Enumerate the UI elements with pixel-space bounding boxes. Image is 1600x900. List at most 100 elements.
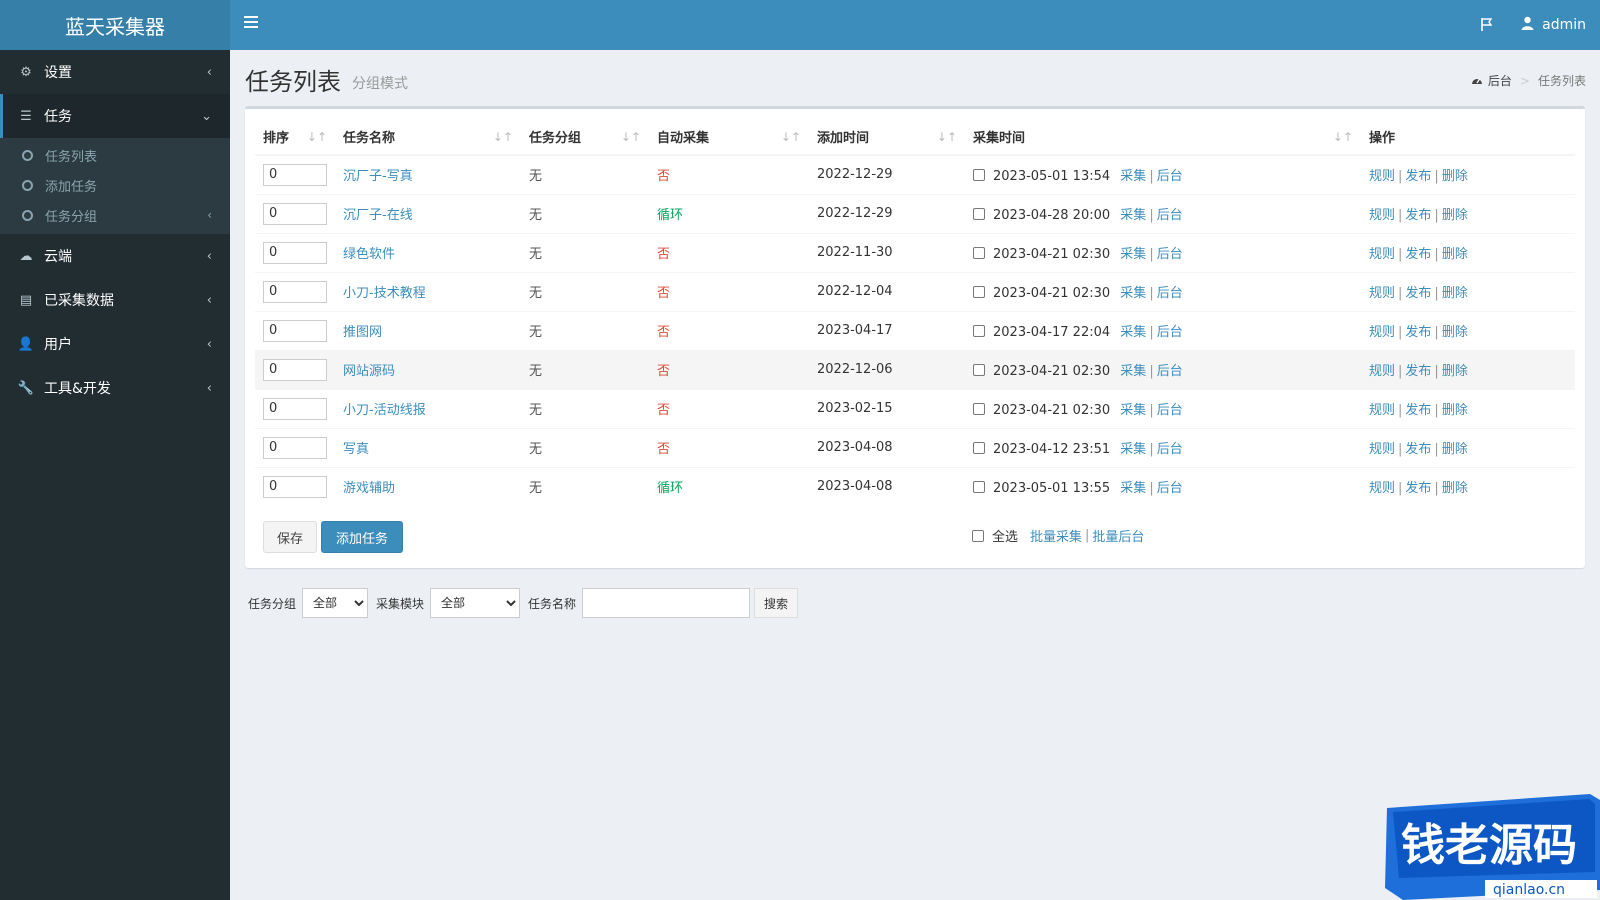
delete-link[interactable]: 删除 [1442,286,1468,301]
sidebar-item-users[interactable]: 👤 用户 ‹ [0,322,230,366]
order-input[interactable] [263,397,327,420]
row-checkbox[interactable] [973,286,985,298]
publish-link[interactable]: 发布 [1405,286,1431,301]
rule-link[interactable]: 规则 [1369,481,1395,496]
order-input[interactable] [263,202,327,225]
task-name-link[interactable]: 沉厂子-写真 [343,169,413,184]
col-header-auto[interactable]: 自动采集 ↓↑ [649,119,809,156]
delete-link[interactable]: 删除 [1442,403,1468,418]
sidebar-item-collected-data[interactable]: ▤ 已采集数据 ‹ [0,278,230,322]
row-checkbox[interactable] [973,247,985,259]
row-checkbox[interactable] [973,364,985,376]
rule-link[interactable]: 规则 [1369,325,1395,340]
rule-link[interactable]: 规则 [1369,247,1395,262]
task-name-link[interactable]: 小刀-技术教程 [343,286,426,301]
col-header-order[interactable]: 排序 ↓↑ [255,119,335,156]
order-input[interactable] [263,436,327,459]
rule-link[interactable]: 规则 [1369,286,1395,301]
batch-backend-link[interactable]: 批量后台 [1092,526,1144,545]
order-input[interactable] [263,241,327,264]
sidebar-subitem-task-group[interactable]: 任务分组 ‹ [0,200,230,230]
sidebar-item-tools[interactable]: 🔧 工具&开发 ‹ [0,366,230,410]
app-logo[interactable]: 蓝天采集器 [0,0,230,50]
task-name-link[interactable]: 小刀-活动线报 [343,403,426,418]
sidebar-item-cloud[interactable]: ☁ 云端 ‹ [0,234,230,278]
task-name-link[interactable]: 推图网 [343,325,382,340]
publish-link[interactable]: 发布 [1405,364,1431,379]
user-menu[interactable]: admin [1521,0,1586,50]
order-input[interactable] [263,358,327,381]
delete-link[interactable]: 删除 [1442,481,1468,496]
row-checkbox[interactable] [973,325,985,337]
collect-link[interactable]: 采集 [1120,208,1146,223]
col-header-group[interactable]: 任务分组 ↓↑ [521,119,649,156]
task-name-link[interactable]: 绿色软件 [343,247,395,262]
backend-link[interactable]: 后台 [1157,364,1183,379]
rule-link[interactable]: 规则 [1369,442,1395,457]
delete-link[interactable]: 删除 [1442,325,1468,340]
col-header-collect-time[interactable]: 采集时间 ↓↑ [965,119,1361,156]
col-header-name[interactable]: 任务名称 ↓↑ [335,119,521,156]
collect-link[interactable]: 采集 [1120,364,1146,379]
order-input[interactable] [263,280,327,303]
sidebar-item-tasks[interactable]: ☰ 任务 ⌄ [0,94,230,138]
breadcrumb-home[interactable]: 后台 [1488,72,1512,89]
publish-link[interactable]: 发布 [1405,481,1431,496]
collect-link[interactable]: 采集 [1120,247,1146,262]
task-name-link[interactable]: 沉厂子-在线 [343,208,413,223]
backend-link[interactable]: 后台 [1157,208,1183,223]
publish-link[interactable]: 发布 [1405,208,1431,223]
delete-link[interactable]: 删除 [1442,247,1468,262]
backend-link[interactable]: 后台 [1157,481,1183,496]
rule-link[interactable]: 规则 [1369,364,1395,379]
row-checkbox[interactable] [973,481,985,494]
backend-link[interactable]: 后台 [1157,403,1183,418]
sidebar-subitem-task-list[interactable]: 任务列表 [0,140,230,170]
collect-link[interactable]: 采集 [1120,403,1146,418]
sidebar-item-settings[interactable]: ⚙ 设置 ‹ [0,50,230,94]
delete-link[interactable]: 删除 [1442,364,1468,379]
collect-link[interactable]: 采集 [1120,442,1146,457]
group-filter-select[interactable]: 全部 [302,588,369,618]
search-button[interactable]: 搜索 [754,588,799,618]
task-name-link[interactable]: 游戏辅助 [343,481,395,496]
backend-link[interactable]: 后台 [1157,442,1183,457]
order-input[interactable] [263,163,327,186]
collect-link[interactable]: 采集 [1120,325,1146,340]
delete-link[interactable]: 删除 [1442,169,1468,184]
batch-collect-link[interactable]: 批量采集 [1030,526,1082,545]
name-filter-input[interactable] [582,588,751,618]
row-checkbox[interactable] [973,403,985,415]
rule-link[interactable]: 规则 [1369,403,1395,418]
publish-link[interactable]: 发布 [1405,403,1431,418]
save-button[interactable]: 保存 [263,521,317,553]
task-name-link[interactable]: 网站源码 [343,364,395,379]
delete-link[interactable]: 删除 [1442,208,1468,223]
collect-link[interactable]: 采集 [1120,286,1146,301]
publish-link[interactable]: 发布 [1405,325,1431,340]
publish-link[interactable]: 发布 [1405,169,1431,184]
publish-link[interactable]: 发布 [1405,442,1431,457]
sidebar-subitem-add-task[interactable]: 添加任务 [0,170,230,200]
row-checkbox[interactable] [973,208,985,220]
col-header-added[interactable]: 添加时间 ↓↑ [809,119,965,156]
order-input[interactable] [263,475,327,498]
row-checkbox[interactable] [973,442,985,454]
backend-link[interactable]: 后台 [1157,325,1183,340]
module-filter-select[interactable]: 全部 [430,588,521,618]
collect-link[interactable]: 采集 [1120,169,1146,184]
order-input[interactable] [263,319,327,342]
select-all-checkbox[interactable] [972,529,984,542]
add-task-button[interactable]: 添加任务 [321,521,403,553]
flag-icon[interactable] [1480,17,1494,32]
backend-link[interactable]: 后台 [1157,286,1183,301]
hamburger-menu-icon[interactable] [244,16,258,28]
task-name-link[interactable]: 写真 [343,442,369,457]
delete-link[interactable]: 删除 [1442,442,1468,457]
rule-link[interactable]: 规则 [1369,169,1395,184]
rule-link[interactable]: 规则 [1369,208,1395,223]
collect-link[interactable]: 采集 [1120,481,1146,496]
publish-link[interactable]: 发布 [1405,247,1431,262]
backend-link[interactable]: 后台 [1157,169,1183,184]
row-checkbox[interactable] [973,169,985,182]
